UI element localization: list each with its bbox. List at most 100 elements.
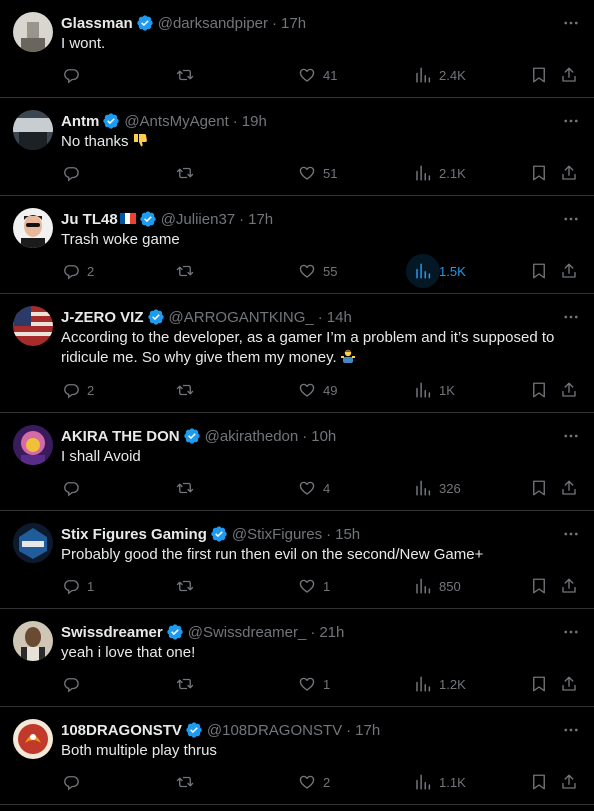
tweet[interactable]: AKIRA THE DON @akirathedon · 10h I shall… xyxy=(0,413,594,511)
reply-button[interactable] xyxy=(61,478,87,498)
timestamp[interactable]: 15h xyxy=(335,526,360,543)
retweet-button[interactable] xyxy=(175,576,201,596)
display-name[interactable]: Swissdreamer xyxy=(61,624,163,641)
user-handle[interactable]: @AntsMyAgent xyxy=(124,113,228,130)
like-button[interactable]: 55 xyxy=(297,261,337,281)
timestamp[interactable]: 17h xyxy=(248,211,273,228)
retweet-button[interactable] xyxy=(175,380,201,400)
timestamp[interactable]: 17h xyxy=(355,722,380,739)
share-button[interactable] xyxy=(559,163,579,183)
tweet[interactable]: Glassman @darksandpiper · 17h I wont. 41… xyxy=(0,0,594,98)
views-button[interactable]: 2.1K xyxy=(413,163,466,183)
like-button[interactable]: 1 xyxy=(297,674,330,694)
avatar[interactable] xyxy=(13,719,53,759)
user-handle[interactable]: @108DRAGONSTV xyxy=(207,722,342,739)
timestamp[interactable]: 17h xyxy=(281,15,306,32)
avatar[interactable] xyxy=(13,208,53,248)
share-button[interactable] xyxy=(559,772,579,792)
avatar[interactable] xyxy=(13,425,53,465)
reply-button[interactable] xyxy=(61,65,87,85)
like-button[interactable]: 2 xyxy=(297,772,330,792)
tweet[interactable]: 108DRAGONSTV @108DRAGONSTV · 17h Both mu… xyxy=(0,707,594,805)
retweet-button[interactable] xyxy=(175,163,201,183)
more-icon[interactable] xyxy=(562,525,580,543)
display-name[interactable]: Antm xyxy=(61,113,99,130)
bookmark-button[interactable] xyxy=(529,261,549,281)
timestamp[interactable]: 10h xyxy=(311,428,336,445)
views-button[interactable]: 1.1K xyxy=(413,772,466,792)
like-button[interactable]: 4 xyxy=(297,478,330,498)
more-icon[interactable] xyxy=(562,308,580,326)
retweet-icon xyxy=(175,261,195,281)
display-name[interactable]: Ju TL48 xyxy=(61,211,118,228)
retweet-button[interactable] xyxy=(175,261,201,281)
share-button[interactable] xyxy=(559,380,579,400)
timestamp[interactable]: 14h xyxy=(327,309,352,326)
more-icon[interactable] xyxy=(562,210,580,228)
display-name[interactable]: AKIRA THE DON xyxy=(61,428,180,445)
retweet-button[interactable] xyxy=(175,674,201,694)
bookmark-button[interactable] xyxy=(529,380,549,400)
tweet[interactable]: Antm @AntsMyAgent · 19h No thanks 51 2.1… xyxy=(0,98,594,196)
reply-button[interactable] xyxy=(61,772,87,792)
user-handle[interactable]: @ARROGANTKING_ xyxy=(169,309,314,326)
bookmark-button[interactable] xyxy=(529,65,549,85)
bookmark-button[interactable] xyxy=(529,576,549,596)
bookmark-button[interactable] xyxy=(529,163,549,183)
views-button[interactable]: 1.5K xyxy=(406,254,466,288)
more-icon[interactable] xyxy=(562,623,580,641)
reply-button[interactable]: 2 xyxy=(61,380,94,400)
avatar[interactable] xyxy=(13,12,53,52)
views-button[interactable]: 1.2K xyxy=(413,674,466,694)
tweet[interactable]: Stix Figures Gaming @StixFigures · 15h P… xyxy=(0,511,594,609)
more-icon[interactable] xyxy=(562,112,580,130)
timestamp[interactable]: 21h xyxy=(319,624,344,641)
share-button[interactable] xyxy=(559,576,579,596)
reply-button[interactable]: 1 xyxy=(61,576,94,596)
avatar[interactable] xyxy=(13,621,53,661)
bookmark-button[interactable] xyxy=(529,674,549,694)
display-name[interactable]: Stix Figures Gaming xyxy=(61,526,207,543)
like-button[interactable]: 1 xyxy=(297,576,330,596)
retweet-button[interactable] xyxy=(175,772,201,792)
display-name[interactable]: J-ZERO VIZ xyxy=(61,309,144,326)
user-handle[interactable]: @akirathedon xyxy=(205,428,299,445)
reply-button[interactable]: 2 xyxy=(61,261,94,281)
tweet[interactable]: Ju TL48 @Juliien37 · 17h Trash woke game… xyxy=(0,196,594,294)
share-button[interactable] xyxy=(559,65,579,85)
tweet[interactable]: J-ZERO VIZ @ARROGANTKING_ · 14h Accordin… xyxy=(0,294,594,413)
more-icon[interactable] xyxy=(562,14,580,32)
retweet-button[interactable] xyxy=(175,478,201,498)
bookmark-button[interactable] xyxy=(529,772,549,792)
like-button[interactable]: 49 xyxy=(297,380,337,400)
reply-button[interactable] xyxy=(61,674,87,694)
bookmark-button[interactable] xyxy=(529,478,549,498)
avatar[interactable] xyxy=(13,110,53,150)
user-handle[interactable]: @darksandpiper xyxy=(158,15,268,32)
separator: · xyxy=(346,721,352,739)
like-button[interactable]: 51 xyxy=(297,163,337,183)
share-button[interactable] xyxy=(559,478,579,498)
more-icon[interactable] xyxy=(562,721,580,739)
retweet-button[interactable] xyxy=(175,65,201,85)
timestamp[interactable]: 19h xyxy=(242,113,267,130)
more-icon[interactable] xyxy=(562,427,580,445)
views-icon xyxy=(413,576,433,596)
user-handle[interactable]: @StixFigures xyxy=(232,526,322,543)
display-name[interactable]: Glassman xyxy=(61,15,133,32)
share-button[interactable] xyxy=(559,261,579,281)
views-button[interactable]: 2.4K xyxy=(413,65,466,85)
like-button[interactable]: 41 xyxy=(297,65,337,85)
views-button[interactable]: 326 xyxy=(413,478,461,498)
avatar[interactable] xyxy=(13,523,53,563)
user-handle[interactable]: @Swissdreamer_ xyxy=(188,624,307,641)
reply-button[interactable] xyxy=(61,163,87,183)
tweet[interactable]: Swissdreamer @Swissdreamer_ · 21h yeah i… xyxy=(0,609,594,707)
share-button[interactable] xyxy=(559,674,579,694)
bookmark-icon xyxy=(529,576,549,596)
user-handle[interactable]: @Juliien37 xyxy=(161,211,235,228)
avatar[interactable] xyxy=(13,306,53,346)
views-button[interactable]: 850 xyxy=(413,576,461,596)
display-name[interactable]: 108DRAGONSTV xyxy=(61,722,182,739)
views-button[interactable]: 1K xyxy=(413,380,455,400)
